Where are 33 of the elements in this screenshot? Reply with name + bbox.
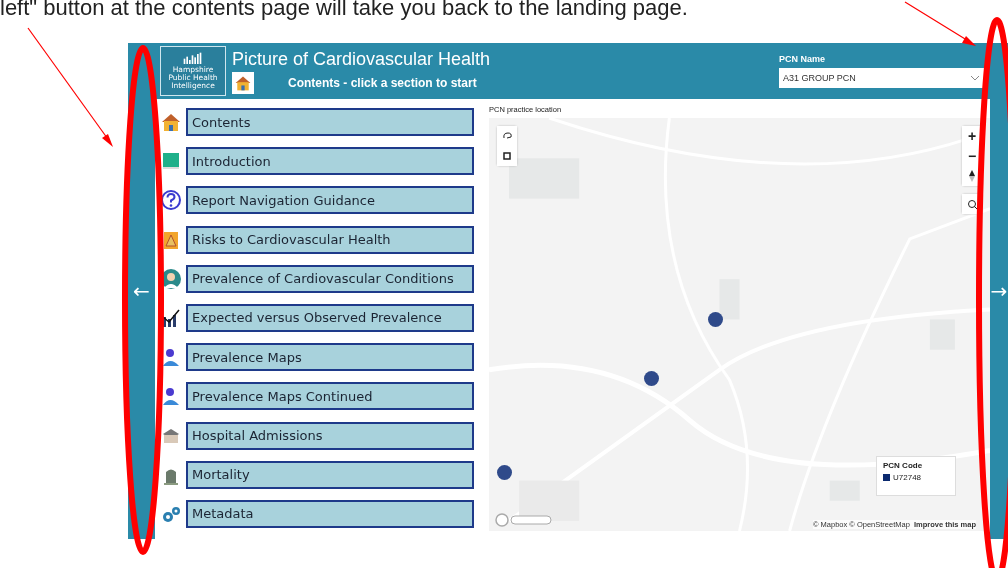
section-button[interactable]: Introduction: [186, 147, 474, 176]
lasso-icon: [501, 130, 513, 142]
filter-label: PCN Name: [779, 54, 826, 64]
section-button[interactable]: Contents: [186, 108, 474, 136]
section-button[interactable]: Prevalence of Cardiovascular Conditions: [186, 264, 474, 293]
section-button[interactable]: Expected versus Observed Prevalence: [186, 303, 474, 332]
search-icon: [966, 198, 978, 210]
legend-label: U72748: [893, 473, 922, 482]
report-subtitle: Contents - click a section to start: [288, 75, 477, 90]
pcn-dropdown[interactable]: A31 GROUP PCN: [779, 68, 984, 88]
compass-icon: [969, 170, 975, 182]
back-button[interactable]: ←: [133, 279, 150, 303]
zoom-in-button[interactable]: +: [962, 126, 982, 146]
section-button[interactable]: Risks to Cardiovascular Health: [186, 225, 474, 254]
help-icon: [160, 189, 182, 212]
bar-chart-icon: [183, 52, 203, 64]
house-icon: [160, 111, 182, 133]
section-button[interactable]: Report Navigation Guidance: [186, 186, 474, 215]
section-button[interactable]: Metadata: [186, 499, 474, 528]
home-button[interactable]: [232, 71, 254, 94]
report-title: Picture of Cardiovascular Health: [232, 48, 492, 70]
section-button[interactable]: Hospital Admissions: [186, 421, 474, 450]
mapbox-logo-icon: [495, 513, 553, 527]
section-button[interactable]: Prevalence Maps: [186, 343, 474, 372]
rectangle-select-button[interactable]: [497, 146, 517, 166]
section-button[interactable]: Mortality: [186, 460, 474, 489]
lasso-select-button[interactable]: [497, 126, 517, 146]
next-button[interactable]: →: [990, 279, 1008, 303]
square-icon: [502, 151, 512, 161]
annotation-arrow: [904, 1, 976, 46]
chevron-down-icon: [970, 75, 980, 81]
legend-title: PCN Code: [883, 461, 924, 470]
section-button[interactable]: Prevalence Maps Continued: [186, 382, 474, 411]
